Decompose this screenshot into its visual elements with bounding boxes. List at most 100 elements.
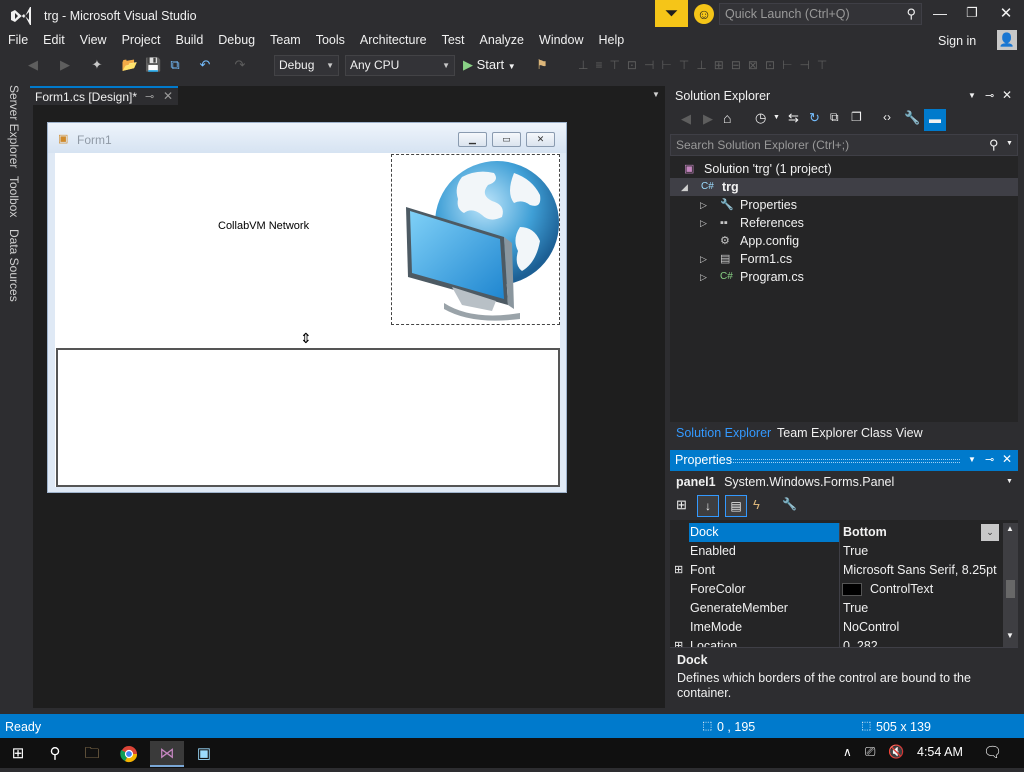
close-tab-icon[interactable]: ✕ xyxy=(163,89,173,103)
tree-project[interactable]: ◢ C# trg xyxy=(670,178,1018,196)
solution-explorer-search-input[interactable]: Search Solution Explorer (Ctrl+;) ⚲ ▼ xyxy=(670,134,1018,156)
tab-form1-design[interactable]: Form1.cs [Design]* ⊸ ✕ xyxy=(30,86,178,105)
file-explorer-icon[interactable]: 🗀 xyxy=(76,741,108,767)
show-all-files-icon[interactable]: ❐ xyxy=(851,110,862,124)
search-icon[interactable]: ⚲ xyxy=(39,741,71,767)
back-icon[interactable]: ◀ xyxy=(681,111,691,127)
menu-test[interactable]: Test xyxy=(434,30,472,47)
tree-item-app-config[interactable]: ⚙ App.config xyxy=(670,232,1018,250)
close-pane-icon[interactable]: ✕ xyxy=(1002,452,1012,466)
quick-launch-input[interactable]: Quick Launch (Ctrl+Q) ⚲ xyxy=(719,3,922,25)
menu-help[interactable]: Help xyxy=(590,30,631,47)
open-file-icon[interactable]: 📂 xyxy=(121,55,139,75)
pane-options-icon[interactable]: ▼ xyxy=(968,91,976,100)
chevron-down-icon[interactable]: ▼ xyxy=(773,114,780,121)
property-value[interactable]: True xyxy=(839,542,1003,561)
solution-configuration-select[interactable]: Debug ▼ xyxy=(274,55,339,76)
forward-icon[interactable]: ▶ xyxy=(703,111,713,127)
scroll-thumb[interactable] xyxy=(1006,580,1015,598)
menu-architecture[interactable]: Architecture xyxy=(352,30,434,47)
data-sources-tab[interactable]: Data Sources xyxy=(7,229,21,302)
restore-button[interactable]: ❐ xyxy=(962,5,982,21)
collapsed-arrow-icon[interactable]: ▷ xyxy=(700,250,707,268)
property-row-enabled[interactable]: Enabled True xyxy=(670,542,1003,561)
menu-debug[interactable]: Debug xyxy=(210,30,262,47)
navigate-back-icon[interactable]: ◀ xyxy=(24,55,42,75)
windows-start-icon[interactable]: ⊞ xyxy=(2,741,34,767)
property-value[interactable]: 0, 282 xyxy=(839,637,1003,647)
property-value[interactable]: Microsoft Sans Serif, 8.25pt xyxy=(839,561,1003,580)
expand-plus-icon[interactable]: ⊞ xyxy=(674,637,683,647)
collapsed-arrow-icon[interactable]: ▷ xyxy=(700,268,707,286)
categorized-icon[interactable]: ⊞ xyxy=(676,497,687,513)
tab-solution-explorer[interactable]: Solution Explorer xyxy=(676,426,771,440)
menu-tools[interactable]: Tools xyxy=(308,30,352,47)
pending-changes-filter-icon[interactable]: ◷ xyxy=(755,110,766,126)
redo-icon[interactable]: ↷ xyxy=(231,55,249,75)
action-center-icon[interactable]: 🗨 xyxy=(983,743,1002,761)
save-all-icon[interactable]: ⧉ xyxy=(166,55,184,75)
solution-platform-select[interactable]: Any CPU ▼ xyxy=(345,55,455,76)
events-lightning-icon[interactable]: ϟ xyxy=(753,497,760,512)
property-row-forecolor[interactable]: ForeColor ControlText xyxy=(670,580,1003,599)
menu-build[interactable]: Build xyxy=(167,30,210,47)
undo-icon[interactable]: ↶ xyxy=(196,55,214,75)
tab-overflow-icon[interactable]: ▼ xyxy=(652,90,660,99)
save-icon[interactable]: 💾 xyxy=(145,55,161,75)
clock[interactable]: 4:54 AM xyxy=(917,745,963,759)
tree-item-references[interactable]: ▷ ▪▪ References xyxy=(670,214,1018,232)
scroll-down-icon[interactable]: ▼ xyxy=(1006,631,1014,640)
close-pane-icon[interactable]: ✕ xyxy=(1002,88,1012,102)
account-avatar-icon[interactable]: 👤 xyxy=(997,30,1017,50)
auto-hide-pin-icon[interactable]: ⊸ xyxy=(985,453,994,466)
property-row-imemode[interactable]: ImeMode NoControl xyxy=(670,618,1003,637)
picture-box[interactable] xyxy=(391,154,560,325)
scroll-up-icon[interactable]: ▲ xyxy=(1006,524,1014,533)
collabvm-label[interactable]: CollabVM Network xyxy=(218,220,309,232)
network-icon[interactable]: ⎚ xyxy=(865,744,875,760)
start-debugging-button[interactable]: ▶ Start ▼ xyxy=(463,55,525,75)
menu-window[interactable]: Window xyxy=(531,30,590,47)
menu-edit[interactable]: Edit xyxy=(35,30,72,47)
pane-options-icon[interactable]: ▼ xyxy=(968,455,976,464)
volume-muted-icon[interactable]: 🔇 xyxy=(888,744,904,760)
expanded-arrow-icon[interactable]: ◢ xyxy=(681,178,688,196)
close-button[interactable]: ✕ xyxy=(996,4,1016,22)
toolbox-tab[interactable]: Toolbox xyxy=(7,176,21,217)
form1-window[interactable]: ▣ Form1 ▁ ▭ ✕ CollabVM Network ⇕ xyxy=(47,122,567,493)
visual-studio-taskbar-icon[interactable]: ⋈ xyxy=(150,741,184,767)
property-pages-icon[interactable]: 🔧 xyxy=(782,497,797,511)
property-row-dock[interactable]: Dock Bottom ⌄ xyxy=(670,523,1003,542)
menu-view[interactable]: View xyxy=(72,30,114,47)
home-icon[interactable]: ⌂ xyxy=(723,110,731,126)
sign-in-link[interactable]: Sign in xyxy=(938,34,976,48)
property-row-location[interactable]: ⊞ Location 0, 282 xyxy=(670,637,1003,647)
tray-overflow-icon[interactable]: ∧ xyxy=(843,745,852,759)
new-project-icon[interactable]: ✦ xyxy=(88,55,106,75)
collapsed-arrow-icon[interactable]: ▷ xyxy=(700,196,707,214)
property-row-font[interactable]: ⊞ Font Microsoft Sans Serif, 8.25pt xyxy=(670,561,1003,580)
properties-wrench-icon[interactable]: 🔧 xyxy=(904,110,920,126)
navigate-forward-icon[interactable]: ▶ xyxy=(56,55,74,75)
browser-link-icon[interactable]: ⚑ xyxy=(531,55,553,75)
minimize-button[interactable]: — xyxy=(930,5,950,21)
menu-file[interactable]: File xyxy=(0,30,35,47)
object-selector[interactable]: panel1 System.Windows.Forms.Panel ▼ xyxy=(670,471,1018,493)
collapse-all-icon[interactable]: ⧉ xyxy=(830,110,839,125)
alphabetical-icon[interactable]: ↓ xyxy=(697,495,719,517)
tab-class-view[interactable]: Class View xyxy=(861,426,923,440)
notification-filter-icon[interactable]: ⏷ xyxy=(655,0,688,27)
properties-scrollbar[interactable]: ▲ ▼ xyxy=(1003,523,1018,647)
panel1[interactable] xyxy=(56,348,560,487)
menu-project[interactable]: Project xyxy=(114,30,168,47)
collapsed-arrow-icon[interactable]: ▷ xyxy=(700,214,707,232)
property-value[interactable]: NoControl xyxy=(839,618,1003,637)
auto-hide-pin-icon[interactable]: ⊸ xyxy=(985,89,994,102)
sync-icon[interactable]: ⇆ xyxy=(788,110,799,126)
property-value[interactable]: True xyxy=(839,599,1003,618)
property-value[interactable]: Bottom xyxy=(839,523,1003,542)
view-code-icon[interactable]: ‹› xyxy=(883,110,891,124)
expand-plus-icon[interactable]: ⊞ xyxy=(674,561,683,580)
menu-analyze[interactable]: Analyze xyxy=(472,30,531,47)
tree-item-properties[interactable]: ▷ 🔧 Properties xyxy=(670,196,1018,214)
